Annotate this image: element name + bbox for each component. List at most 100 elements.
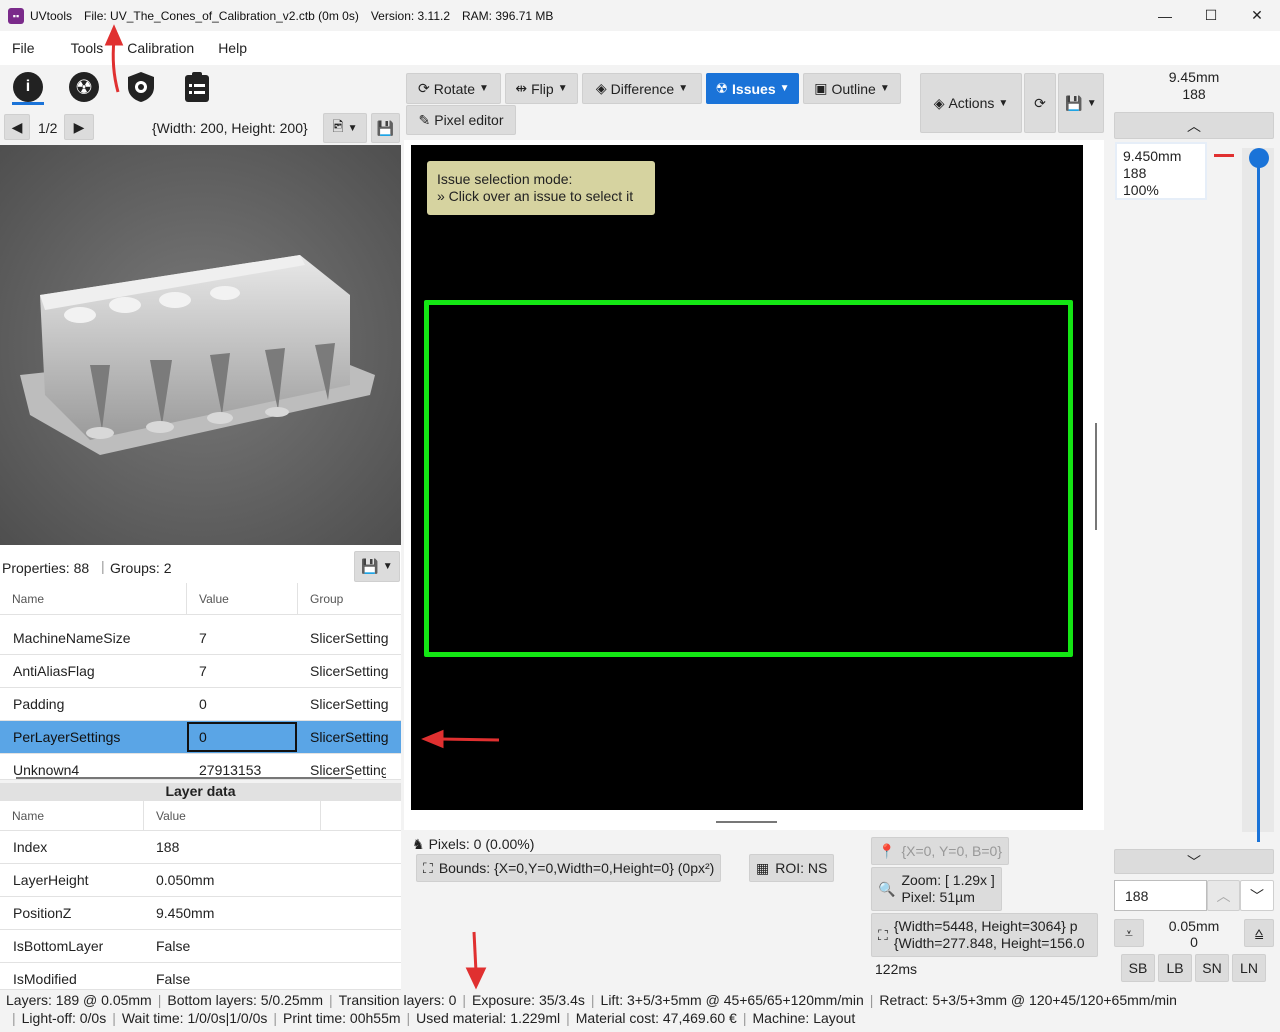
tooltip-line: Issue selection mode: bbox=[437, 171, 573, 187]
table-row[interactable]: AntiAliasFlag 7 SlicerSetting bbox=[0, 655, 401, 688]
table-row[interactable]: Padding 0 SlicerSetting bbox=[0, 688, 401, 721]
cell-group: SlicerSetting bbox=[310, 729, 389, 745]
next-page-button[interactable]: ▶ bbox=[64, 114, 94, 140]
radiation-icon: ☢ bbox=[69, 72, 99, 102]
layer-increment-button[interactable]: ︿ bbox=[1207, 880, 1240, 911]
location-pin-icon: 📍 bbox=[878, 842, 896, 859]
outline-button[interactable]: ▣ Outline ▼ bbox=[803, 73, 901, 104]
properties-count: Properties: 88 bbox=[2, 560, 90, 576]
bounds-button[interactable]: ⛶ Bounds: {X=0,Y=0,Width=0,Height=0} (0px… bbox=[416, 854, 722, 882]
layer-down-button[interactable]: ﹀ bbox=[1114, 849, 1274, 874]
column-value[interactable]: Value bbox=[156, 809, 186, 823]
maximize-button[interactable]: ☐ bbox=[1188, 0, 1234, 31]
flip-button[interactable]: ⇹ Flip ▼ bbox=[505, 73, 578, 104]
layer-up-button[interactable]: ︿ bbox=[1114, 112, 1274, 139]
coordinates-box: 📍 {X=0, Y=0, B=0} bbox=[871, 837, 1009, 865]
difference-button[interactable]: ◈ Difference ▼ bbox=[582, 73, 702, 104]
status-line-2: | Light-off: 0/0s | Wait time: 1/0/0s|1/0/0… bbox=[12, 1010, 856, 1026]
column-name[interactable]: Name bbox=[12, 592, 44, 606]
issues-button[interactable]: ☢ Issues ▼ bbox=[706, 73, 799, 104]
cell-name: MachineNameSize bbox=[13, 630, 131, 646]
clipboard-list-icon bbox=[185, 72, 209, 102]
column-value[interactable]: Value bbox=[199, 592, 229, 606]
status-transition-layers: Transition layers: 0 bbox=[338, 992, 457, 1008]
table-row[interactable]: MachineNameSize 7 SlicerSetting bbox=[0, 622, 401, 655]
coordinates-label: {X=0, Y=0, B=0} bbox=[901, 843, 1002, 859]
cell-value: 188 bbox=[156, 839, 180, 855]
status-used-material: Used material: 1.229ml bbox=[416, 1010, 561, 1026]
save-thumbnail-button[interactable]: 💾 bbox=[371, 113, 400, 143]
cell-name: PositionZ bbox=[13, 905, 72, 921]
tab-information[interactable]: i bbox=[12, 71, 44, 103]
chevron-up-icon: ︿ bbox=[1216, 887, 1231, 904]
cell-value[interactable]: 0 bbox=[199, 729, 207, 745]
tooltip-percent: 100% bbox=[1123, 182, 1159, 198]
top-layer-info: 9.45mm 188 bbox=[1114, 69, 1274, 103]
layer-slider-thumb[interactable] bbox=[1249, 148, 1269, 168]
sb-button[interactable]: SB bbox=[1121, 954, 1155, 982]
roi-button[interactable]: ▦ ROI: NS bbox=[749, 854, 835, 882]
go-first-layer-button[interactable]: ⩡ bbox=[1114, 919, 1144, 947]
layer-decrement-button[interactable]: ﹀ bbox=[1240, 880, 1274, 911]
minimize-button[interactable]: — bbox=[1142, 0, 1188, 31]
status-light-off: Light-off: 0/0s bbox=[21, 1010, 107, 1026]
actions-button[interactable]: ◈ Actions ▼ bbox=[920, 73, 1022, 133]
menu-help[interactable]: Help bbox=[206, 40, 259, 56]
column-name[interactable]: Name bbox=[12, 809, 44, 823]
shield-icon bbox=[128, 72, 154, 102]
table-row[interactable]: IsModified False bbox=[0, 963, 401, 990]
top-layer-height: 9.45mm bbox=[1168, 69, 1220, 85]
roi-label: ROI: NS bbox=[775, 860, 828, 876]
rotate-button[interactable]: ⟳ Rotate ▼ bbox=[406, 73, 501, 104]
tooltip-line: » Click over an issue to select it bbox=[437, 188, 634, 204]
lb-button[interactable]: LB bbox=[1158, 954, 1192, 982]
layer-tooltip: 9.450mm 188 100% bbox=[1115, 142, 1207, 200]
ln-button[interactable]: LN bbox=[1232, 954, 1266, 982]
table-row[interactable]: PositionZ 9.450mm bbox=[0, 897, 401, 930]
status-retract: Retract: 5+3/5+3mm @ 120+45/120+65mm/min bbox=[879, 992, 1177, 1008]
bounds-label: Bounds: {X=0,Y=0,Width=0,Height=0} (0px²… bbox=[438, 860, 715, 876]
vertical-scrollbar[interactable] bbox=[1095, 423, 1097, 530]
issues-label: Issues bbox=[732, 80, 776, 97]
layer-number-input[interactable]: 188 bbox=[1114, 880, 1207, 911]
column-divider[interactable] bbox=[143, 801, 144, 831]
issue-outline[interactable] bbox=[424, 300, 1073, 657]
column-divider[interactable] bbox=[186, 583, 187, 615]
table-row[interactable]: LayerHeight 0.050mm bbox=[0, 864, 401, 897]
column-group[interactable]: Group bbox=[310, 592, 343, 606]
cell-name: LayerHeight bbox=[13, 872, 89, 888]
table-row[interactable]: Index 188 bbox=[0, 831, 401, 864]
refresh-button[interactable]: ⟳ bbox=[1024, 73, 1056, 133]
roi-icon: ▦ bbox=[756, 859, 770, 876]
tab-pixel-editor[interactable] bbox=[125, 71, 157, 103]
issue-selection-tooltip: Issue selection mode: » Click over an is… bbox=[427, 161, 655, 215]
horizontal-scrollbar[interactable] bbox=[16, 777, 352, 779]
divider: | bbox=[101, 558, 105, 574]
horizontal-scrollbar[interactable] bbox=[716, 821, 777, 823]
save-image-button[interactable]: 💾 ▼ bbox=[1058, 73, 1104, 133]
table-row[interactable]: IsBottomLayer False bbox=[0, 930, 401, 963]
info-icon: i bbox=[13, 72, 43, 102]
menu-file[interactable]: File bbox=[0, 40, 47, 56]
zoom-box[interactable]: 🔍 Zoom: [ 1.29x ] Pixel: 51µm bbox=[871, 867, 1002, 911]
menu-tools[interactable]: Tools bbox=[59, 40, 116, 56]
tab-log[interactable] bbox=[181, 71, 213, 103]
menu-calibration[interactable]: Calibration bbox=[115, 40, 206, 56]
column-divider[interactable] bbox=[297, 583, 298, 615]
close-button[interactable]: ✕ bbox=[1234, 0, 1280, 31]
pixel-editor-button[interactable]: ✎ Pixel editor bbox=[406, 105, 516, 135]
tab-issues[interactable]: ☢ bbox=[68, 71, 100, 103]
column-divider[interactable] bbox=[320, 801, 321, 831]
export-properties-button[interactable]: 💾 ▼ bbox=[354, 551, 400, 582]
prev-page-button[interactable]: ◀ bbox=[4, 114, 30, 140]
export-thumbnail-button[interactable]: 🖻 ▼ bbox=[323, 113, 367, 143]
go-last-layer-button[interactable]: ⩠ bbox=[1244, 919, 1274, 947]
cell-name: IsBottomLayer bbox=[13, 938, 104, 954]
status-bottom-layers: Bottom layers: 5/0.25mm bbox=[167, 992, 323, 1008]
dino-icon: ♞ bbox=[412, 836, 425, 852]
sn-button[interactable]: SN bbox=[1195, 954, 1229, 982]
table-row-selected[interactable]: PerLayerSettings 0 SlicerSetting bbox=[0, 721, 401, 754]
chevron-down-icon: ▼ bbox=[347, 122, 358, 134]
chevron-down-icon: ▼ bbox=[1086, 97, 1097, 109]
layer-slider-track[interactable] bbox=[1257, 160, 1260, 842]
